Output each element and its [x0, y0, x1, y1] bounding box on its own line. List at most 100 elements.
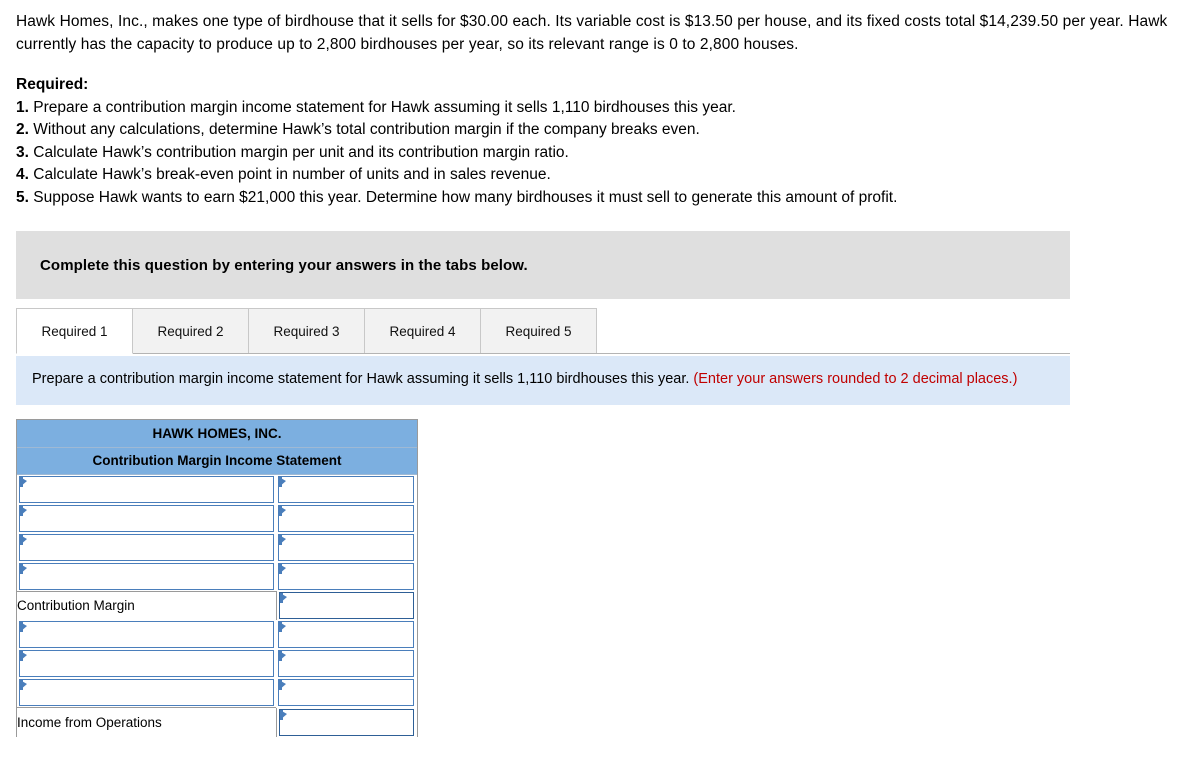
statement-row-3-label-field[interactable]: [19, 533, 274, 561]
required-item-5-number: 5.: [16, 188, 29, 206]
statement-row-9-label: Income from Operations: [17, 707, 277, 737]
statement-row-4-label-cell[interactable]: [17, 561, 276, 591]
statement-row-7-value-cell[interactable]: [276, 649, 418, 678]
page-root: Hawk Homes, Inc., makes one type of bird…: [0, 0, 1200, 783]
statement-row-5-value-field[interactable]: [278, 592, 415, 619]
required-item-3-number: 3.: [16, 143, 29, 161]
statement-row-5-value-cell[interactable]: [276, 591, 418, 620]
tab-instruction-text: Prepare a contribution margin income sta…: [32, 371, 690, 387]
required-item-1-text: Prepare a contribution margin income sta…: [33, 98, 736, 116]
statement-row-8-label-input[interactable]: [20, 680, 273, 705]
statement-title-row-2: Contribution Margin Income Statement: [17, 447, 418, 475]
complete-question-banner: Complete this question by entering your …: [16, 231, 1070, 299]
statement-row-3-value-input[interactable]: [279, 534, 414, 560]
statement-row-4-value-field[interactable]: [278, 562, 415, 590]
statement-row-7-label-input[interactable]: [20, 651, 273, 676]
statement-row-6-label-field[interactable]: [19, 621, 274, 648]
statement-row-1-label-input[interactable]: [20, 476, 273, 502]
statement-row-3-value-cell[interactable]: [276, 532, 418, 562]
statement-row-2-label-input[interactable]: [20, 505, 273, 531]
dropdown-arrow-icon: [279, 622, 286, 632]
required-item-4: 4. Calculate Hawk’s break-even point in …: [16, 164, 1182, 187]
dropdown-arrow-icon: [279, 709, 287, 720]
required-item-1: 1. Prepare a contribution margin income …: [16, 97, 1182, 120]
dropdown-arrow-icon: [20, 563, 27, 574]
complete-question-banner-text: Complete this question by entering your …: [40, 256, 528, 274]
requirement-tabs: Required 1 Required 2 Required 3 Require…: [16, 306, 1070, 356]
tab-required-1-label: Required 1: [41, 323, 108, 339]
statement-row-9-value-input[interactable]: [279, 709, 414, 735]
statement-row-7-label-cell[interactable]: [17, 649, 276, 678]
required-item-2: 2. Without any calculations, determine H…: [16, 119, 1182, 142]
statement-row-6-value-field[interactable]: [278, 621, 415, 648]
statement-row-1-value-cell[interactable]: [276, 474, 418, 504]
tab-instruction-panel: Prepare a contribution margin income sta…: [16, 356, 1070, 405]
tab-required-3[interactable]: Required 3: [248, 308, 365, 354]
dropdown-arrow-icon: [20, 651, 27, 661]
table-row: Contribution Margin: [17, 590, 418, 620]
statement-row-4-label-field[interactable]: [19, 562, 274, 590]
statement-row-4-value-cell[interactable]: [276, 561, 418, 591]
tab-required-2[interactable]: Required 2: [132, 308, 249, 354]
statement-row-8-value-input[interactable]: [279, 680, 414, 706]
tab-required-4[interactable]: Required 4: [364, 308, 481, 354]
required-item-2-text: Without any calculations, determine Hawk…: [33, 121, 700, 138]
statement-row-8-value-field[interactable]: [278, 679, 415, 707]
required-item-4-text: Calculate Hawk’s break-even point in num…: [33, 166, 551, 183]
tab-required-5[interactable]: Required 5: [480, 308, 597, 354]
table-row: Income from Operations: [17, 707, 418, 737]
tab-required-4-label: Required 4: [389, 323, 456, 339]
statement-row-5-value-input[interactable]: [279, 593, 414, 618]
statement-row-2-value-cell[interactable]: [276, 503, 418, 533]
required-item-4-number: 4.: [16, 166, 29, 183]
statement-row-7-value-field[interactable]: [278, 650, 415, 677]
statement-row-2-label-cell[interactable]: [17, 503, 276, 533]
table-row: [17, 561, 418, 591]
statement-row-2-label-field[interactable]: [19, 504, 274, 532]
dropdown-arrow-icon: [279, 505, 286, 516]
statement-subtitle: Contribution Margin Income Statement: [17, 447, 418, 475]
statement-row-3-label-cell[interactable]: [17, 532, 276, 562]
dropdown-arrow-icon: [20, 505, 27, 516]
required-item-2-number: 2.: [16, 121, 29, 138]
statement-row-3-value-field[interactable]: [278, 533, 415, 561]
required-item-5-text: Suppose Hawk wants to earn $21,000 this …: [33, 188, 898, 206]
statement-title-row-1: HAWK HOMES, INC.: [17, 420, 418, 448]
table-row: [17, 678, 418, 708]
statement-row-7-label-field[interactable]: [19, 650, 274, 677]
statement-row-6-label-cell[interactable]: [17, 620, 276, 649]
statement-row-2-value-field[interactable]: [278, 504, 415, 532]
statement-row-2-value-input[interactable]: [279, 505, 414, 531]
statement-row-7-value-input[interactable]: [279, 651, 414, 676]
statement-row-5-label: Contribution Margin: [17, 590, 277, 620]
statement-company-name: HAWK HOMES, INC.: [17, 420, 418, 448]
table-row: [17, 503, 418, 533]
dropdown-arrow-icon: [20, 476, 27, 487]
statement-row-4-value-input[interactable]: [279, 563, 414, 589]
tab-required-1[interactable]: Required 1: [16, 308, 133, 354]
statement-row-6-value-cell[interactable]: [276, 620, 418, 649]
contribution-margin-statement: HAWK HOMES, INC. Contribution Margin Inc…: [16, 419, 418, 737]
statement-row-6-value-input[interactable]: [279, 622, 414, 647]
statement-row-6-label-input[interactable]: [20, 622, 273, 647]
statement-row-8-label-cell[interactable]: [17, 678, 276, 708]
dropdown-arrow-icon: [279, 476, 286, 487]
statement-row-8-label-field[interactable]: [19, 679, 274, 706]
dropdown-arrow-icon: [20, 534, 27, 545]
dropdown-arrow-icon: [20, 680, 27, 690]
statement-row-9-value-field[interactable]: [278, 708, 415, 736]
dropdown-arrow-icon: [279, 534, 286, 545]
statement-row-1-label-cell[interactable]: [17, 474, 276, 504]
statement-row-3-label-input[interactable]: [20, 534, 273, 560]
dropdown-arrow-icon: [279, 563, 286, 574]
statement-row-4-label-input[interactable]: [20, 563, 273, 589]
dropdown-arrow-icon: [20, 622, 27, 632]
statement-row-1-value-field[interactable]: [278, 475, 415, 503]
statement-row-9-value-cell[interactable]: [276, 707, 418, 737]
table-row: [17, 620, 418, 649]
statement-row-1-label-field[interactable]: [19, 475, 274, 503]
statement-row-1-value-input[interactable]: [279, 476, 414, 502]
required-section: Required: 1. Prepare a contribution marg…: [0, 74, 1200, 209]
dropdown-arrow-icon: [279, 593, 287, 603]
statement-row-8-value-cell[interactable]: [276, 678, 418, 708]
